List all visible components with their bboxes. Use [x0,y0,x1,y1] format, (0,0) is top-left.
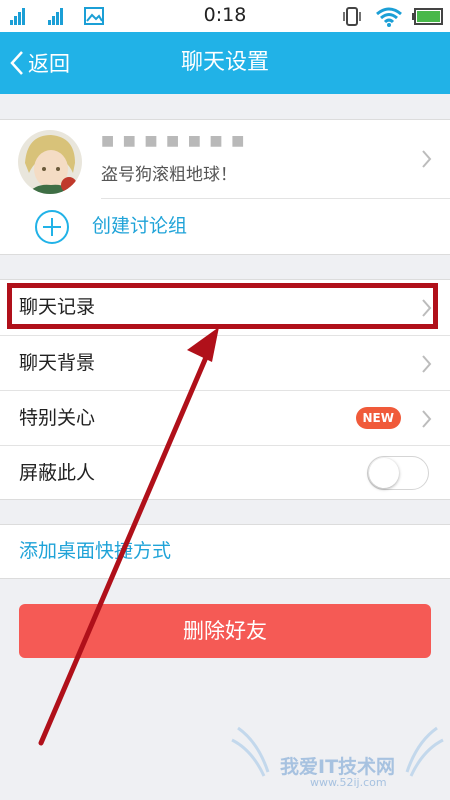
battery-icon [412,8,443,25]
watermark-text: 我爱IT技术网 [280,756,396,778]
block-user-label: 屏蔽此人 [19,462,96,484]
profile-name: ■ ■ ■ ■ ■ ■ ■ [101,133,247,149]
shortcut-label: 添加桌面快捷方式 [19,540,172,562]
block-user-toggle[interactable] [367,456,429,490]
status-bar: 0:18 [0,0,450,32]
plus-circle-icon [35,210,69,244]
profile-signature: 盗号狗滚粗地球！ [101,165,237,185]
toggle-knob [369,458,399,488]
wifi-icon [376,7,402,27]
chat-background-label: 聊天背景 [19,352,96,374]
special-care-label: 特别关心 [19,407,96,429]
chat-history-label: 聊天记录 [19,296,96,318]
create-group-label: 创建讨论组 [92,215,188,237]
profile-row[interactable]: ■ ■ ■ ■ ■ ■ ■ 盗号狗滚粗地球！ [0,120,450,198]
avatar [18,130,82,194]
chat-background-row[interactable]: 聊天背景 [0,336,450,391]
special-care-row[interactable]: 特别关心 NEW [0,391,450,446]
profile-section: ■ ■ ■ ■ ■ ■ ■ 盗号狗滚粗地球！ 创建讨论组 [0,119,450,255]
vibrate-icon [343,7,361,26]
chat-history-row[interactable]: 聊天记录 [0,280,450,335]
create-group-row[interactable]: 创建讨论组 [0,199,450,254]
chevron-right-icon [422,299,432,317]
settings-section: 聊天记录 聊天背景 特别关心 NEW 屏蔽此人 [0,279,450,500]
chevron-right-icon [422,410,432,428]
chevron-right-icon [422,150,432,168]
new-badge: NEW [355,407,401,429]
delete-friend-button[interactable]: 删除好友 [19,604,431,658]
shortcut-row[interactable]: 添加桌面快捷方式 [0,524,450,579]
chevron-right-icon [422,355,432,373]
nav-bar: 返回 聊天设置 [0,32,450,94]
back-button[interactable]: 返回 [10,32,70,94]
chevron-left-icon [10,51,23,75]
back-label: 返回 [28,52,70,76]
block-user-row: 屏蔽此人 [0,446,450,501]
watermark-url: www.52ij.com [310,776,387,789]
